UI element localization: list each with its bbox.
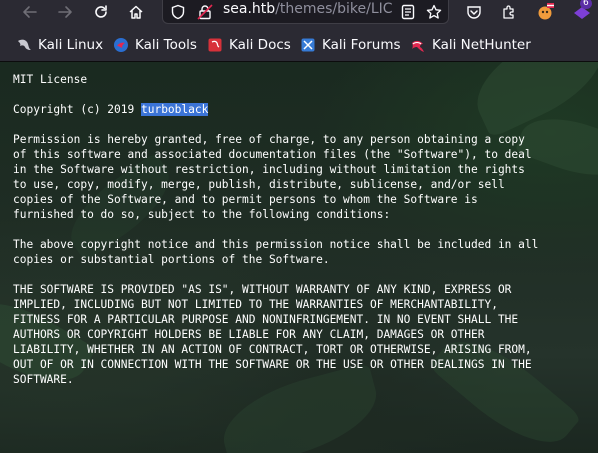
license-title: MIT License	[13, 73, 88, 86]
bookmark-label: Kali Forums	[322, 37, 401, 53]
tracking-protection-button[interactable]	[165, 0, 191, 24]
foxyproxy-button[interactable]	[531, 0, 559, 24]
extension-badge-button[interactable]: 6	[568, 0, 596, 24]
extensions-button[interactable]	[495, 0, 523, 24]
pocket-button[interactable]	[460, 0, 488, 24]
bookmarks-toolbar: Kali Linux Kali Tools Kali Docs Kali For…	[0, 24, 598, 62]
bookmark-kali-linux[interactable]: Kali Linux	[16, 36, 103, 54]
copyright-prefix: Copyright (c) 2019	[13, 103, 141, 116]
url-path: /themes/bike/LIC	[275, 1, 393, 17]
bookmark-label: Kali Tools	[135, 37, 197, 53]
license-text: MIT License Copyright (c) 2019 turboblac…	[13, 72, 538, 387]
fox-extension-icon	[538, 3, 554, 20]
kali-nethunter-icon	[412, 40, 424, 52]
extensions-icon	[503, 5, 514, 19]
forward-button[interactable]	[51, 0, 79, 24]
url-bar[interactable]: sea.htb/themes/bike/LIC	[162, 0, 449, 24]
extension-badge-count: 6	[580, 0, 592, 9]
reload-icon	[95, 5, 107, 18]
browser-toolbar: sea.htb/themes/bike/LIC 6	[0, 0, 598, 24]
arrow-right-icon	[58, 6, 72, 18]
bookmark-kali-nethunter[interactable]: Kali NetHunter	[410, 36, 531, 54]
kali-tools-icon	[114, 38, 128, 52]
license-paragraph-warranty: THE SOFTWARE IS PROVIDED "AS IS", WITHOU…	[13, 283, 532, 386]
license-paragraph-permission: Permission is hereby granted, free of ch…	[13, 133, 532, 221]
url-text[interactable]: sea.htb/themes/bike/LIC	[223, 1, 395, 17]
reload-button[interactable]	[87, 0, 115, 24]
lock-warning-icon	[197, 4, 213, 20]
bookmark-page-button[interactable]	[421, 0, 447, 24]
url-host: sea.htb	[223, 1, 276, 17]
kali-docs-icon	[208, 38, 222, 52]
kali-dragon-icon	[18, 39, 31, 50]
site-info-button[interactable]	[192, 0, 218, 24]
copyright-holder-selected[interactable]: turboblack	[140, 103, 209, 116]
license-paragraph-notice: The above copyright notice and this perm…	[13, 238, 539, 266]
bookmark-label: Kali Linux	[38, 37, 104, 53]
star-icon	[426, 4, 442, 19]
home-icon	[129, 5, 143, 19]
reader-view-button[interactable]	[395, 0, 421, 24]
reader-view-icon	[401, 4, 415, 20]
page-content: MIT License Copyright (c) 2019 turboblac…	[0, 62, 598, 453]
kali-forums-icon	[301, 38, 315, 52]
arrow-left-icon	[23, 6, 37, 18]
bookmark-kali-docs[interactable]: Kali Docs	[207, 36, 291, 54]
bookmark-kali-tools[interactable]: Kali Tools	[113, 36, 197, 54]
bookmark-label: Kali Docs	[229, 37, 291, 53]
bookmark-kali-forums[interactable]: Kali Forums	[300, 36, 401, 54]
bookmark-label: Kali NetHunter	[432, 37, 531, 53]
pocket-icon	[467, 6, 481, 19]
home-button[interactable]	[122, 0, 150, 24]
back-button[interactable]	[16, 0, 44, 24]
shield-icon	[171, 4, 185, 20]
